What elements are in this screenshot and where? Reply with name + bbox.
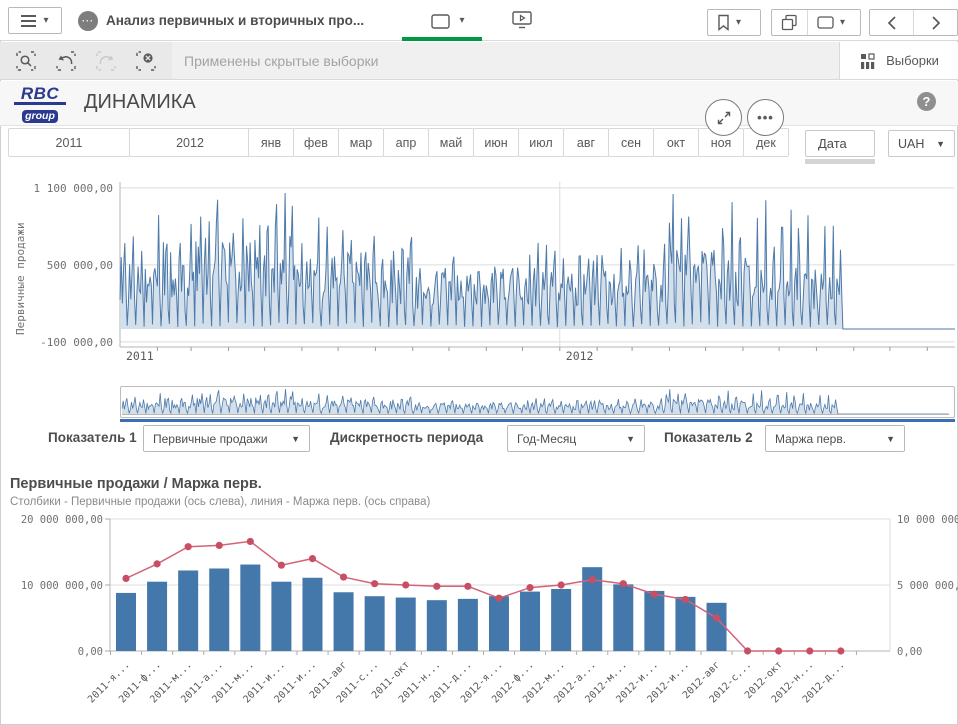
selection-status-text: Применены скрытые выборки: [184, 42, 378, 79]
selection-tools: [0, 42, 172, 79]
redo-selection-button[interactable]: [93, 48, 119, 74]
app-window: ▾ ··· Анализ первичных и вторичных про..…: [0, 0, 958, 725]
duplicate-sheets-icon: [781, 14, 798, 31]
month-filter-сен[interactable]: сен: [608, 128, 654, 157]
svg-text:2011: 2011: [126, 349, 154, 362]
chevron-down-icon: ▾: [736, 18, 741, 28]
bookmark-icon: [717, 14, 730, 31]
global-menu-button[interactable]: ▾: [8, 7, 62, 34]
sheet-list-button[interactable]: ▾: [807, 10, 854, 35]
combo-chart-title: Первичные продажи / Маржа перв.: [10, 476, 262, 492]
chevron-down-icon: ▾: [43, 16, 48, 26]
navigator-mini-chart: [121, 387, 954, 417]
combo-chart-subtitle: Столбики - Первичные продажи (ось слева)…: [10, 496, 430, 508]
clear-selections-icon: [134, 49, 158, 73]
svg-text:2012: 2012: [566, 349, 594, 362]
sheet-icon: [817, 16, 834, 29]
chart-range-navigator[interactable]: [120, 386, 955, 418]
chevron-down-icon: ▾: [840, 18, 845, 28]
undo-selection-button[interactable]: [53, 48, 79, 74]
fullscreen-chart-button[interactable]: [705, 99, 742, 136]
bookmarks-button[interactable]: ▾: [708, 10, 750, 35]
indicator1-label: Показатель 1: [48, 430, 137, 445]
expand-icon: [714, 108, 734, 128]
indicator1-value: Первичные продажи: [153, 432, 268, 446]
svg-text:1 100 000,00: 1 100 000,00: [34, 182, 113, 195]
sheets-overview-button[interactable]: [772, 10, 807, 35]
page-title: ДИНАМИКА: [84, 91, 196, 114]
app-title: Анализ первичных и вторичных про...: [106, 13, 364, 28]
month-filter-окт[interactable]: окт: [653, 128, 699, 157]
clear-selections-button[interactable]: [133, 48, 159, 74]
svg-text:500 000,00: 500 000,00: [47, 259, 113, 272]
selections-grid-icon: [859, 52, 877, 70]
rbc-group-logo: RBC group: [12, 86, 68, 124]
date-field[interactable]: Дата: [805, 130, 875, 157]
svg-text:5 000 000,00: 5 000 000,00: [897, 580, 958, 592]
presentation-icon: [511, 10, 533, 30]
indicator2-dropdown[interactable]: Маржа перв. ▼: [765, 425, 905, 452]
hamburger-icon: [21, 15, 36, 27]
month-filter-июн[interactable]: июн: [473, 128, 519, 157]
selections-label: Выборки: [886, 53, 939, 68]
period-value: Год-Месяц: [517, 432, 576, 446]
ellipsis-icon: •••: [757, 110, 774, 125]
selection-search-icon: [14, 49, 38, 73]
chevron-down-icon: ▼: [291, 434, 300, 444]
chevron-left-icon: [886, 15, 898, 31]
currency-value: UAH: [898, 137, 924, 151]
help-icon[interactable]: ?: [917, 92, 936, 111]
logo-text-group: group: [22, 110, 58, 123]
indicator1-dropdown[interactable]: Первичные продажи ▼: [143, 425, 310, 452]
svg-text:-100 000,00: -100 000,00: [40, 336, 113, 349]
svg-text:0,00: 0,00: [78, 646, 103, 658]
redo-icon: [94, 49, 118, 73]
top-toolbar: ▾ ··· Анализ первичных и вторичных про..…: [0, 0, 958, 41]
period-dropdown[interactable]: Год-Месяц ▼: [507, 425, 645, 452]
app-options-icon[interactable]: ···: [78, 11, 98, 31]
month-filter-май[interactable]: май: [428, 128, 474, 157]
chevron-down-icon: ▼: [936, 139, 945, 149]
month-filter-фев[interactable]: фев: [293, 128, 339, 157]
sheets-group: ▾: [771, 9, 861, 36]
indicator2-value: Маржа перв.: [775, 432, 846, 446]
month-filter-мар[interactable]: мар: [338, 128, 384, 157]
bookmarks-group: ▾: [707, 9, 761, 36]
chevron-right-icon: [930, 15, 942, 31]
presentation-mode-button[interactable]: [508, 9, 536, 33]
selections-panel-button[interactable]: Выборки: [839, 42, 958, 79]
month-filter-авг[interactable]: авг: [563, 128, 609, 157]
svg-text:10 000 000,00: 10 000 000,00: [21, 580, 103, 592]
chevron-down-icon: ▼: [886, 434, 895, 444]
prev-sheet-button[interactable]: [870, 10, 913, 35]
selection-bar: Применены скрытые выборки Выборки: [0, 42, 958, 80]
indicator2-label: Показатель 2: [664, 430, 753, 445]
year-filter-2012[interactable]: 2012: [129, 128, 251, 157]
year-filter-2011[interactable]: 2011: [8, 128, 130, 157]
undo-icon: [54, 49, 78, 73]
currency-dropdown[interactable]: UAH ▼: [888, 130, 955, 157]
sheet-nav-group: [869, 9, 958, 36]
month-filter-июл[interactable]: июл: [518, 128, 564, 157]
chevron-down-icon: ▾: [459, 16, 464, 26]
next-sheet-button[interactable]: [913, 10, 957, 35]
primary-sales-line-chart[interactable]: 1 100 000,00 500 000,00 -100 000,00 2011 201…: [0, 162, 958, 362]
navigator-scrollbar[interactable]: [120, 419, 955, 422]
sheet-header: RBC group ДИНАМИКА ?: [0, 81, 958, 126]
month-filter-янв[interactable]: янв: [248, 128, 294, 157]
sales-margin-combo-chart[interactable]: 20 000 000,00 10 000 000,00 0,00 10 000 000…: [0, 513, 958, 725]
month-filter-апр[interactable]: апр: [383, 128, 429, 157]
svg-text:10 000 000,00: 10 000 000,00: [897, 514, 958, 526]
chart-options-button[interactable]: •••: [747, 99, 784, 136]
chevron-down-icon: ▼: [626, 434, 635, 444]
svg-text:0,00: 0,00: [897, 646, 922, 658]
logo-text-rbc: RBC: [12, 86, 68, 102]
svg-text:20 000 000,00: 20 000 000,00: [21, 514, 103, 526]
active-sheet-indicator: [402, 37, 482, 41]
sheet-icon: [431, 14, 450, 29]
period-label: Дискретность периода: [330, 430, 483, 445]
current-sheet-button[interactable]: ▾: [414, 8, 482, 34]
smart-search-button[interactable]: [13, 48, 39, 74]
